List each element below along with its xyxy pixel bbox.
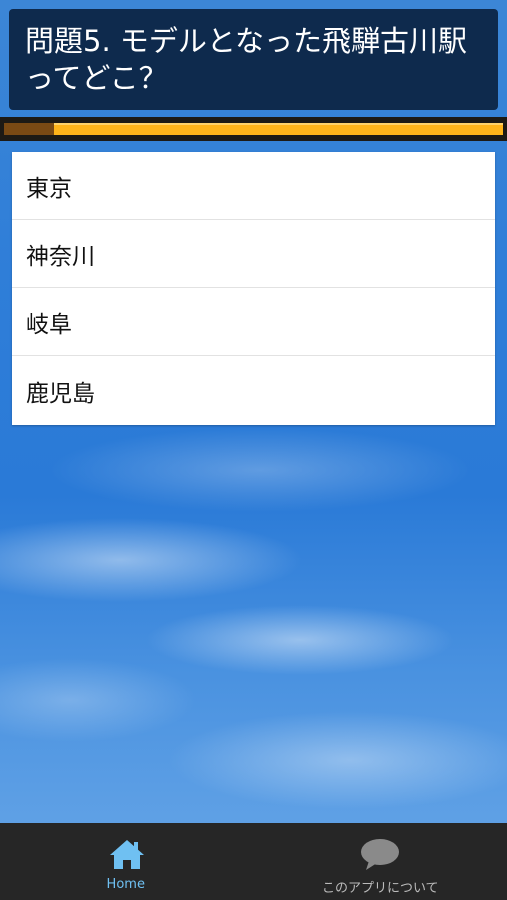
answer-option-2[interactable]: 神奈川 [12, 220, 495, 288]
answer-option-1[interactable]: 東京 [12, 152, 495, 220]
answer-label: 岐阜 [26, 311, 72, 338]
speech-bubble-icon [361, 839, 400, 870]
timer-track [4, 123, 503, 135]
answer-option-3[interactable]: 岐阜 [12, 288, 495, 356]
timer-elapsed-fill [4, 123, 54, 135]
nav-about-tab[interactable]: このアプリについて [254, 823, 507, 900]
nav-home-label: Home [106, 877, 145, 892]
timer-progress-bar [0, 117, 507, 141]
question-panel: 問題5. モデルとなった飛騨古川駅ってどこ？ [9, 9, 498, 110]
answer-label: 神奈川 [26, 243, 95, 270]
answer-option-4[interactable]: 鹿児島 [12, 356, 495, 425]
bottom-navigation: Home このアプリについて [0, 823, 507, 900]
answer-label: 東京 [26, 175, 72, 202]
question-text: 問題5. モデルとなった飛騨古川駅ってどこ？ [25, 24, 468, 95]
nav-about-label: このアプリについて [321, 881, 439, 896]
home-icon [109, 840, 144, 869]
answer-label: 鹿児島 [26, 380, 95, 407]
nav-home-tab[interactable]: Home [0, 823, 254, 900]
answer-list: 東京 神奈川 岐阜 鹿児島 [12, 152, 495, 425]
